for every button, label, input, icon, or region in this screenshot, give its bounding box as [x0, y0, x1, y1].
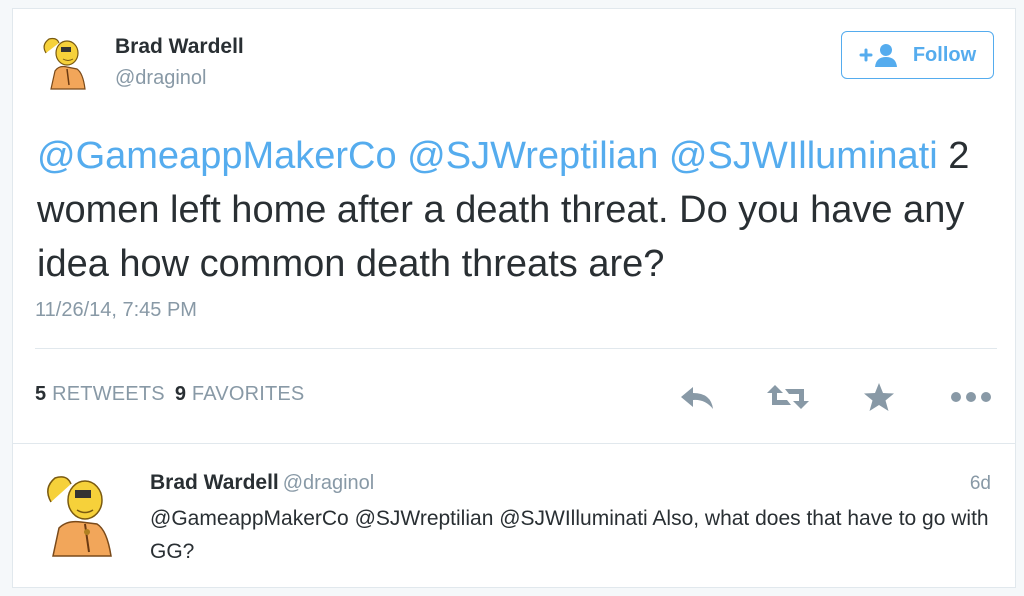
tweet-stats: 5 RETWEETS 9 FAVORITES — [35, 383, 304, 406]
reply-tweet[interactable]: Brad Wardell @draginol 6d @GameappMakerCo… — [12, 443, 1016, 588]
favorites-count: 9 — [174, 383, 187, 405]
favorite-button[interactable] — [861, 377, 897, 417]
retweet-icon — [767, 385, 809, 409]
reply-button[interactable] — [676, 377, 718, 417]
retweets-label: RETWEETS — [52, 383, 165, 405]
mention-link[interactable]: @SJWIlluminati — [669, 135, 938, 177]
author-name[interactable]: Brad Wardell — [115, 35, 244, 59]
reply-author-handle: @draginol — [282, 472, 375, 494]
reply-author[interactable]: Brad Wardell @draginol — [150, 471, 374, 495]
more-button[interactable] — [949, 377, 993, 417]
add-user-icon — [859, 44, 897, 67]
reply-time[interactable]: 6d — [970, 473, 991, 495]
tweet-timestamp[interactable]: 11/26/14, 7:45 PM — [35, 299, 197, 322]
mention-link[interactable]: @GameappMakerCo — [37, 135, 397, 177]
mention-link[interactable]: @SJWreptilian — [407, 135, 658, 177]
reply-icon — [681, 387, 713, 409]
tweet-text: @GameappMakerCo @SJWreptilian @SJWIllumi… — [37, 129, 997, 291]
divider — [35, 348, 997, 349]
avatar[interactable] — [37, 466, 133, 562]
retweets-stat[interactable]: 5 RETWEETS — [35, 383, 165, 405]
reply-text: @GameappMakerCo @SJWreptilian @SJWIllumi… — [150, 507, 989, 563]
more-icon — [951, 392, 991, 402]
retweet-button[interactable] — [765, 377, 811, 417]
favorites-label: FAVORITES — [191, 383, 305, 405]
avatar[interactable] — [37, 31, 101, 95]
favorite-icon — [864, 383, 894, 411]
tweet-card: Brad Wardell @draginol Follow @GameappMa… — [12, 8, 1016, 443]
reply-author-name: Brad Wardell — [150, 471, 279, 494]
follow-button[interactable]: Follow — [841, 31, 994, 79]
favorites-stat[interactable]: 9 FAVORITES — [175, 383, 305, 405]
follow-label: Follow — [912, 43, 977, 66]
author-handle[interactable]: @draginol — [115, 67, 206, 90]
retweets-count: 5 — [35, 383, 47, 405]
